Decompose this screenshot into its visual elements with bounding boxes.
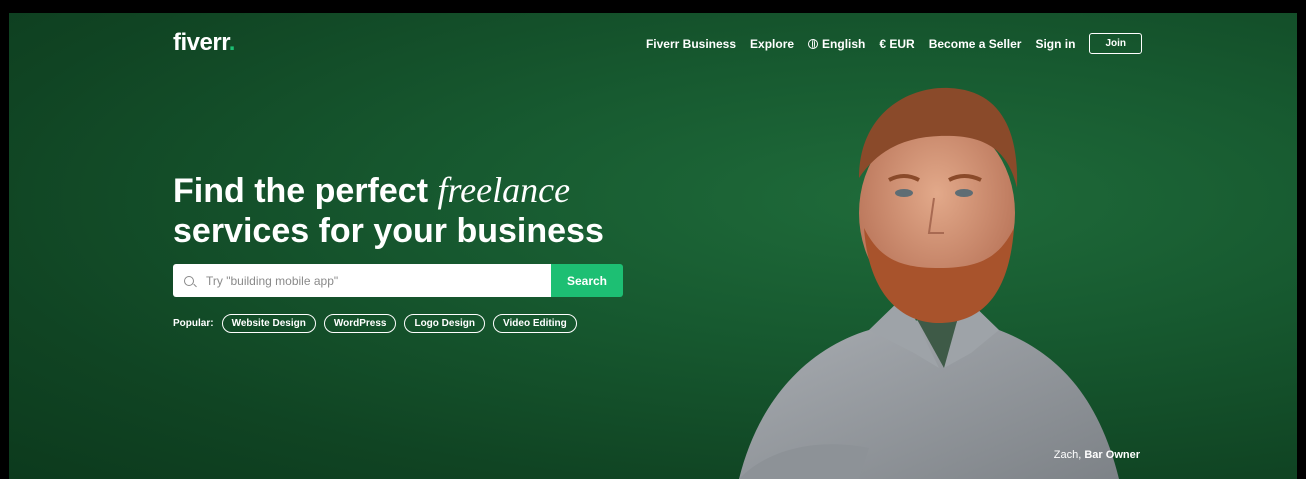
fiverr-logo[interactable]: fiverr.: [173, 29, 235, 57]
search-bar: Search: [173, 264, 623, 297]
search-button[interactable]: Search: [551, 264, 623, 297]
top-nav: Fiverr Business Explore English € EUR Be…: [646, 33, 1142, 54]
title-italic: freelance: [437, 170, 571, 210]
language-label: English: [822, 36, 866, 51]
search-field[interactable]: [173, 264, 551, 297]
tag-video-editing[interactable]: Video Editing: [493, 314, 577, 333]
hero-person-photo: [739, 87, 1119, 479]
hero-caption: Zach, Bar Owner: [1054, 449, 1140, 461]
search-icon: [184, 275, 194, 286]
search-input[interactable]: [204, 272, 538, 289]
logo-dot: .: [228, 29, 236, 56]
screen-frame: fiverr. Fiverr Business Explore English …: [0, 0, 1306, 479]
caption-role: Bar Owner: [1084, 449, 1140, 461]
popular-label: Popular:: [173, 318, 214, 329]
title-prefix: Find the perfect: [173, 172, 429, 210]
globe-icon: [808, 38, 819, 49]
popular-tags: Popular: Website Design WordPress Logo D…: [173, 314, 577, 333]
tag-wordpress[interactable]: WordPress: [323, 314, 397, 333]
tag-logo-design[interactable]: Logo Design: [404, 314, 486, 333]
logo-text: fiverr: [173, 29, 229, 56]
tag-website-design[interactable]: Website Design: [221, 314, 316, 333]
nav-explore[interactable]: Explore: [750, 37, 794, 51]
join-button[interactable]: Join: [1089, 33, 1142, 54]
nav-become-seller[interactable]: Become a Seller: [929, 37, 1022, 51]
nav-language[interactable]: English: [808, 37, 865, 51]
nav-currency[interactable]: € EUR: [879, 37, 914, 51]
caption-name: Zach,: [1053, 449, 1082, 461]
hero-section: fiverr. Fiverr Business Explore English …: [9, 13, 1297, 479]
nav-fiverr-business[interactable]: Fiverr Business: [646, 37, 736, 51]
title-line2: services for your business: [173, 212, 604, 250]
nav-sign-in[interactable]: Sign in: [1035, 37, 1075, 51]
hero-title: Find the perfect freelance services for …: [173, 170, 604, 251]
